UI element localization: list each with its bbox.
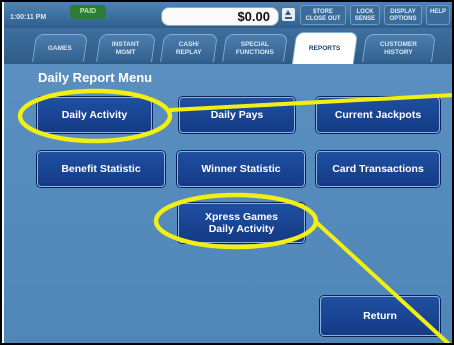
benefit-statistic-button[interactable]: Benefit Statistic (37, 151, 165, 187)
lock-button[interactable]: LOCK SENSE (350, 5, 380, 25)
tab-reports-label: REPORTS (309, 44, 341, 52)
tab-customer-history-label: CUSTOMER HISTORY (380, 40, 418, 56)
credit-value: $0.00 (237, 9, 270, 24)
tab-cash-replay[interactable]: CASH/REPLAY (160, 34, 218, 62)
daily-pays-button[interactable]: Daily Pays (179, 97, 295, 133)
status-bar: 1:00:11 PM PAID $0.00 $TORE CLOSE OUT LOC… (4, 2, 452, 28)
eject-icon[interactable] (282, 8, 295, 21)
close-out-button[interactable]: $TORE CLOSE OUT (300, 5, 346, 25)
tab-instant-mgmt[interactable]: INSTANT MGMT (96, 34, 156, 62)
tab-special-functions-label: SPECIAL FUNCTIONS (235, 40, 274, 56)
return-button[interactable]: Return (320, 296, 440, 336)
winner-statistic-button[interactable]: Winner Statistic (177, 151, 305, 187)
credit-display: $0.00 (161, 7, 279, 26)
tab-customer-history[interactable]: CUSTOMER HISTORY (362, 34, 436, 62)
status-badge: PAID (70, 5, 106, 19)
daily-activity-button[interactable]: Daily Activity (37, 97, 152, 133)
tab-bar: GAMES INSTANT MGMT CASH/REPLAY SPECIAL FUN… (4, 28, 452, 64)
clock-readout: 1:00:11 PM (10, 14, 47, 21)
tab-special-functions[interactable]: SPECIAL FUNCTIONS (222, 34, 288, 62)
tab-instant-mgmt-label: INSTANT MGMT (112, 40, 140, 56)
report-menu-panel: Daily Report Menu Daily Activity Daily P… (4, 64, 452, 343)
tab-cash-replay-label: CASH/REPLAY (176, 40, 202, 56)
xpress-line-2: Daily Activity (208, 223, 275, 235)
xpress-games-daily-activity-button[interactable]: Xpress Games Daily Activity (178, 203, 305, 243)
current-jackpots-button[interactable]: Current Jackpots (316, 97, 440, 133)
kiosk-screen: 1:00:11 PM PAID $0.00 $TORE CLOSE OUT LOC… (0, 0, 454, 345)
display-options-button[interactable]: DISPLAY OPTIONS (384, 5, 422, 25)
tab-games[interactable]: GAMES (32, 34, 88, 62)
xpress-line-1: Xpress Games (205, 211, 278, 223)
page-title: Daily Report Menu (38, 70, 153, 85)
tab-games-label: GAMES (48, 44, 72, 52)
tab-reports[interactable]: REPORTS (291, 32, 359, 64)
card-transactions-button[interactable]: Card Transactions (316, 151, 440, 187)
help-button[interactable]: HELP (426, 5, 450, 25)
